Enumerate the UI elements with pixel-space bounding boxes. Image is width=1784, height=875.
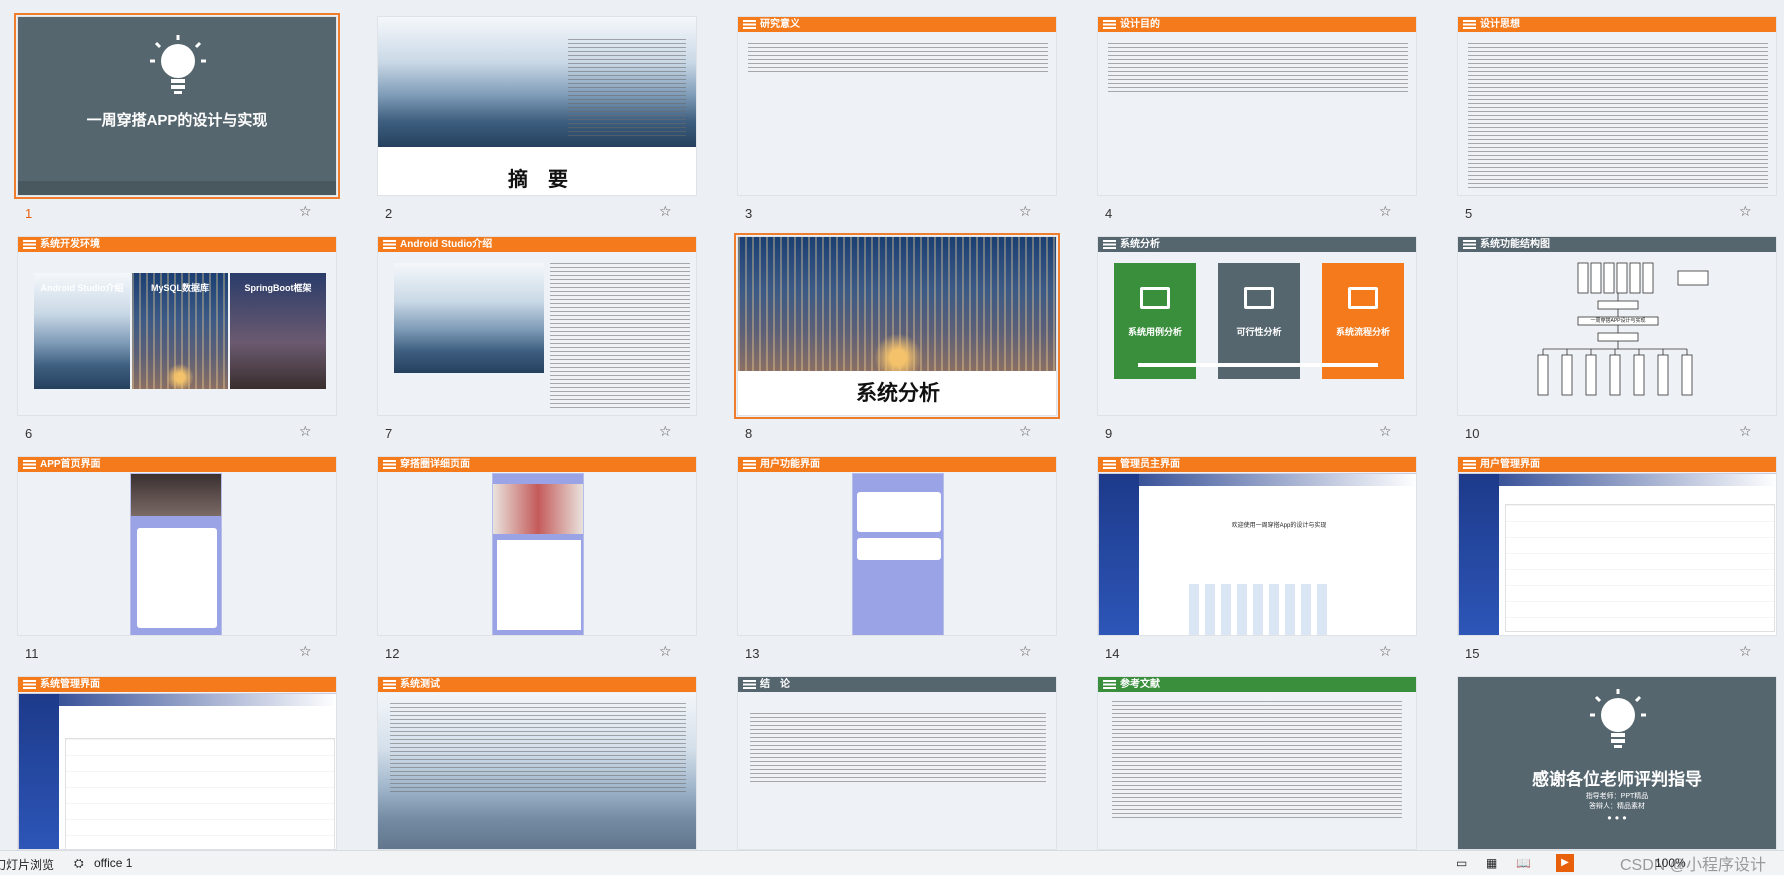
slide-title: 管理员主界面 (1098, 457, 1416, 472)
star-icon[interactable]: ☆ (659, 423, 672, 440)
slide-number: 14 (1105, 646, 1120, 661)
slide-title: 研究意义 (738, 17, 1056, 32)
slide-number: 1 (25, 206, 33, 221)
slide-title: 系统开发环境 (18, 237, 336, 252)
monitor-icon (1348, 287, 1378, 309)
lightbulb-icon (1588, 687, 1648, 759)
star-icon[interactable]: ☆ (1019, 423, 1032, 440)
slide-number: 15 (1465, 646, 1480, 661)
slide-number: 13 (745, 646, 760, 661)
slide-title: 结 论 (738, 677, 1056, 692)
slide-title: 感谢各位老师评判指导 (1532, 770, 1702, 789)
admin-screenshot (1458, 473, 1776, 635)
slide-number: 9 (1105, 426, 1113, 441)
phone-screenshot (130, 473, 222, 635)
slide-number: 7 (385, 426, 393, 441)
star-icon[interactable]: ☆ (659, 643, 672, 660)
star-icon[interactable]: ☆ (299, 423, 312, 440)
slide-title: 用户管理界面 (1458, 457, 1776, 472)
slide-sorter-grid: 一周穿搭APP的设计与实现 1 ☆ 摘 要 2 ☆ 研究意义 3 ☆ 设计目的 … (0, 0, 1784, 850)
admin-screenshot (18, 693, 336, 849)
chart-icon (1244, 287, 1274, 309)
slide-title: 穿搭圈详细页面 (378, 457, 696, 472)
star-icon[interactable]: ☆ (1739, 423, 1752, 440)
slide-number: 8 (745, 426, 753, 441)
star-icon[interactable]: ☆ (1739, 643, 1752, 660)
slide-number: 2 (385, 206, 393, 221)
slide-number: 10 (1465, 426, 1480, 441)
slide-number: 4 (1105, 206, 1113, 221)
slide-title: 系统测试 (378, 677, 696, 692)
star-icon[interactable]: ☆ (1739, 203, 1752, 220)
star-icon[interactable]: ☆ (659, 203, 672, 220)
phone-screenshot (492, 473, 584, 635)
normal-view-icon[interactable]: ▭ (1456, 856, 1467, 870)
slide-title: 用户功能界面 (738, 457, 1056, 472)
slide-title: 系统管理界面 (18, 677, 336, 692)
star-icon[interactable]: ☆ (299, 643, 312, 660)
star-icon[interactable]: ☆ (1379, 643, 1392, 660)
slide-title: 系统功能结构图 (1458, 237, 1776, 252)
watermark: CSDN @小程序设计 (1620, 857, 1767, 874)
phone-screenshot (852, 473, 944, 635)
slide-title: APP首页界面 (18, 457, 336, 472)
slide-title: 摘 要 (508, 169, 568, 191)
dots: • • • (1607, 811, 1627, 825)
star-icon[interactable]: ☆ (1379, 423, 1392, 440)
slide-title: 设计思想 (1458, 17, 1776, 32)
star-icon[interactable]: ☆ (299, 203, 312, 220)
slide-number: 12 (385, 646, 400, 661)
slide-title: 参考文献 (1098, 677, 1416, 692)
slide-title: 系统分析 (1098, 237, 1416, 252)
theme-label[interactable]: office 1 (94, 856, 132, 870)
laptop-icon (1140, 287, 1170, 309)
slide-number: 11 (25, 646, 39, 661)
slide-number: 5 (1465, 206, 1473, 221)
slide-title: 设计目的 (1098, 17, 1416, 32)
reading-view-icon[interactable]: 📖 (1516, 856, 1531, 870)
admin-screenshot: 欢迎使用一周穿搭App的设计与实现 (1098, 473, 1416, 635)
slide-number: 6 (25, 426, 33, 441)
double-arrow-icon (1138, 363, 1378, 367)
status-bar: 幻灯片浏览 ⛭ office 1 ▭ ▦ 📖 ▶ 100% CSDN @小程序设… (0, 850, 1784, 875)
play-icon[interactable]: ▶ (1556, 854, 1574, 872)
slide-title: 系统分析 (856, 382, 940, 405)
lightbulb-icon (148, 33, 208, 105)
structure-diagram (1537, 262, 1709, 396)
star-icon[interactable]: ☆ (1019, 643, 1032, 660)
city-image (738, 237, 1056, 371)
theme-icon: ⛭ (74, 856, 84, 870)
slide-title: Android Studio介绍 (378, 237, 696, 252)
view-mode-label[interactable]: 幻灯片浏览 (0, 856, 54, 873)
slide-title: 一周穿搭APP的设计与实现 (86, 112, 268, 129)
slide-number: 3 (745, 206, 753, 221)
star-icon[interactable]: ☆ (1019, 203, 1032, 220)
star-icon[interactable]: ☆ (1379, 203, 1392, 220)
sorter-view-icon[interactable]: ▦ (1486, 856, 1497, 870)
